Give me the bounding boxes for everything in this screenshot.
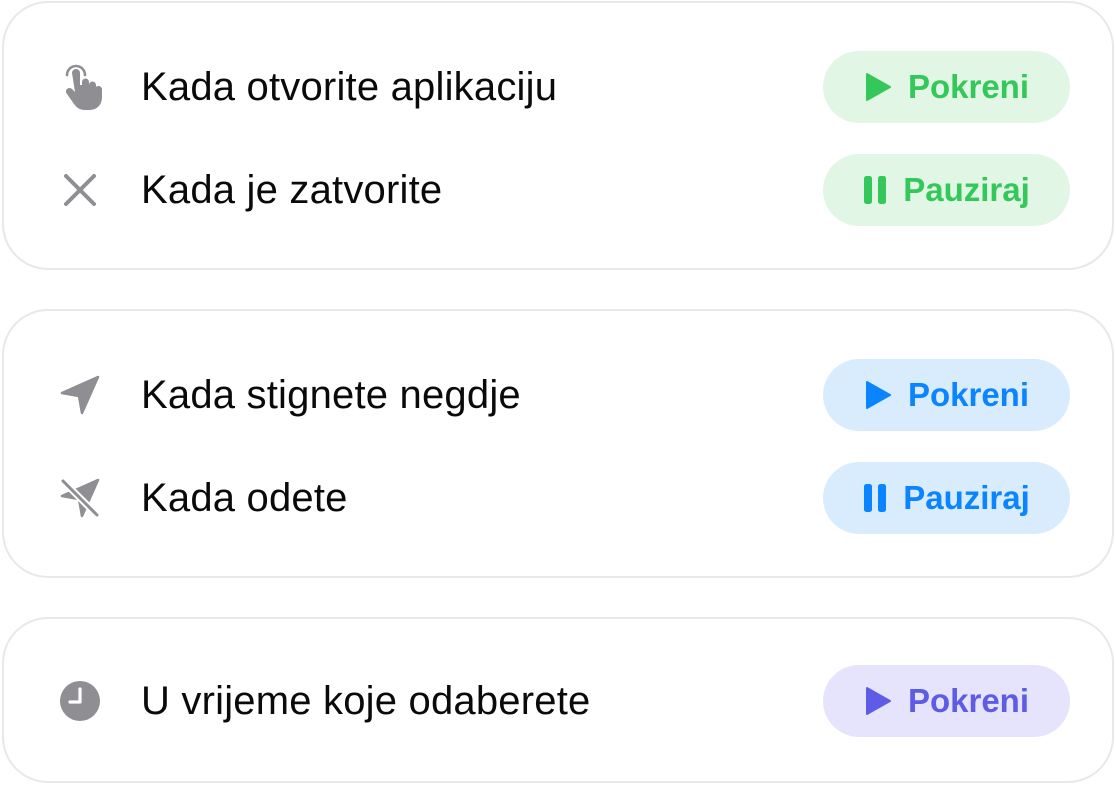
trigger-card-time: U vrijeme koje odaberete Pokreni	[2, 617, 1114, 783]
trigger-card-app: Kada otvorite aplikaciju Pokreni Kada je…	[2, 1, 1114, 270]
trigger-row-arrive: Kada stignete negdje Pokreni	[4, 358, 1112, 432]
location-slash-icon	[56, 474, 104, 522]
pause-button[interactable]: Pauziraj	[823, 462, 1070, 534]
close-x-icon	[56, 166, 104, 214]
pause-button[interactable]: Pauziraj	[823, 154, 1070, 226]
trigger-label: Kada odete	[141, 475, 348, 520]
pause-icon	[863, 175, 887, 205]
start-button-label: Pokreni	[907, 376, 1030, 413]
start-button[interactable]: Pokreni	[823, 665, 1070, 737]
trigger-row-time: U vrijeme koje odaberete Pokreni	[4, 664, 1112, 738]
play-icon	[864, 72, 892, 102]
trigger-row-leave: Kada odete Pauziraj	[4, 461, 1112, 535]
pause-icon	[863, 483, 887, 513]
start-button[interactable]: Pokreni	[823, 51, 1070, 123]
trigger-label: Kada stignete negdje	[141, 372, 521, 417]
location-arrow-icon	[56, 371, 104, 419]
hand-tap-icon	[56, 63, 104, 111]
start-button-label: Pokreni	[907, 682, 1030, 719]
clock-icon	[56, 677, 104, 725]
pause-button-label: Pauziraj	[903, 479, 1030, 516]
trigger-label: Kada otvorite aplikaciju	[141, 64, 558, 109]
play-icon	[864, 380, 892, 410]
start-button[interactable]: Pokreni	[823, 359, 1070, 431]
trigger-label: U vrijeme koje odaberete	[141, 678, 591, 723]
pause-button-label: Pauziraj	[903, 171, 1030, 208]
trigger-row-app-open: Kada otvorite aplikaciju Pokreni	[4, 50, 1112, 124]
trigger-card-location: Kada stignete negdje Pokreni Kada odete …	[2, 309, 1114, 578]
trigger-row-app-close: Kada je zatvorite Pauziraj	[4, 153, 1112, 227]
play-icon	[864, 686, 892, 716]
start-button-label: Pokreni	[907, 68, 1030, 105]
trigger-label: Kada je zatvorite	[141, 167, 443, 212]
